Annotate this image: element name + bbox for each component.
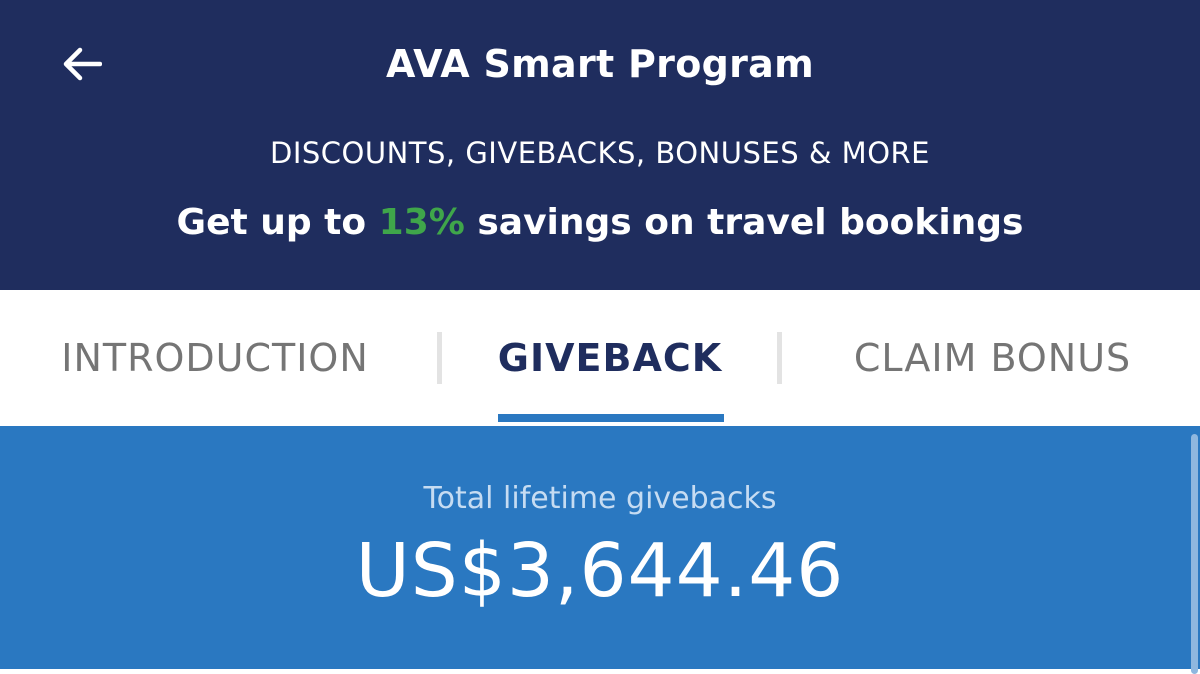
savings-suffix: savings on travel bookings bbox=[464, 202, 1024, 243]
tab-bar: INTRODUCTION GIVEBACK CLAIM BONUS bbox=[0, 290, 1200, 426]
scrollbar[interactable] bbox=[1191, 434, 1198, 674]
tab-introduction[interactable]: INTRODUCTION bbox=[0, 290, 430, 426]
header: AVA Smart Program DISCOUNTS, GIVEBACKS, … bbox=[0, 0, 1200, 290]
total-givebacks-label: Total lifetime givebacks bbox=[423, 481, 777, 516]
tab-divider bbox=[437, 332, 442, 384]
total-givebacks-value: US$3,644.46 bbox=[355, 528, 845, 614]
program-subtitle: DISCOUNTS, GIVEBACKS, BONUSES & MORE bbox=[269, 136, 930, 170]
tab-giveback[interactable]: GIVEBACK bbox=[445, 290, 775, 426]
active-tab-indicator bbox=[498, 414, 724, 422]
page-title: AVA Smart Program bbox=[385, 42, 815, 86]
tab-claim-bonus[interactable]: CLAIM BONUS bbox=[785, 290, 1200, 426]
tab-divider bbox=[777, 332, 782, 384]
savings-percent: 13% bbox=[378, 202, 465, 243]
savings-prefix: Get up to bbox=[176, 202, 379, 243]
savings-headline: Get up to 13% savings on travel bookings bbox=[0, 197, 1200, 249]
giveback-summary-panel: Total lifetime givebacks US$3,644.46 bbox=[0, 426, 1200, 674]
